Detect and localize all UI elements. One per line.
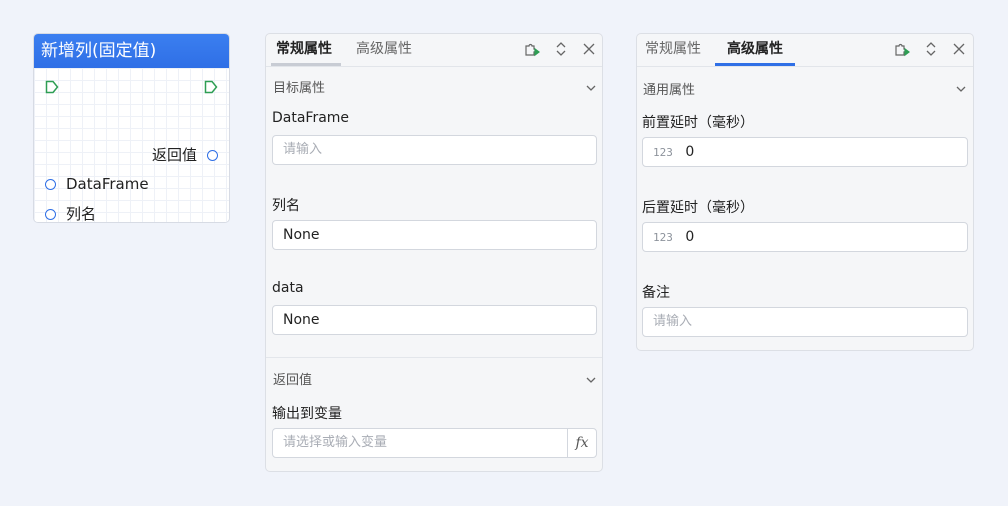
pre-delay-value: 0 <box>685 144 695 160</box>
node-body: 返回值 DataFrame 列名 data <box>34 68 229 222</box>
chevron-down-icon[interactable] <box>955 80 967 92</box>
input-port-dot-icon[interactable] <box>45 208 56 220</box>
tab-active-indicator <box>271 63 341 66</box>
tab-general[interactable]: 常规属性 <box>271 34 341 66</box>
tab-general[interactable]: 常规属性 <box>642 34 704 64</box>
close-icon[interactable] <box>950 40 968 58</box>
flow-out-port-icon[interactable] <box>204 80 218 94</box>
run-plugin-icon[interactable] <box>893 40 911 58</box>
field-label-dataframe: DataFrame <box>272 110 350 126</box>
output-port-label: 返回值 <box>151 146 197 164</box>
column-name-input[interactable]: None <box>272 220 597 250</box>
close-icon[interactable] <box>580 40 598 58</box>
node-title: 新增列(固定值) <box>34 34 229 68</box>
chevron-down-icon[interactable] <box>585 371 597 383</box>
field-label-column-name: 列名 <box>272 198 300 214</box>
number-type-icon: 123 <box>653 146 673 159</box>
tab-label: 高级属性 <box>727 41 783 57</box>
properties-panel-advanced: 常规属性 高级属性 通用属性 前置延时（毫秒） 123 0 后置延时（毫秒） 1… <box>636 33 974 351</box>
post-delay-input[interactable]: 123 0 <box>642 222 968 252</box>
output-variable-placeholder: 请选择或输入变量 <box>283 435 388 450</box>
input-port-label: DataFrame <box>66 175 149 193</box>
section-general-properties[interactable]: 通用属性 <box>643 79 695 98</box>
section-divider <box>266 357 602 358</box>
run-plugin-icon[interactable] <box>523 40 541 58</box>
expand-collapse-icon[interactable] <box>552 40 570 58</box>
input-port-column-name[interactable]: 列名 <box>45 205 97 223</box>
panel-tabbar: 常规属性 高级属性 <box>637 34 973 67</box>
input-port-dataframe[interactable]: DataFrame <box>45 175 149 193</box>
tab-label: 高级属性 <box>356 41 412 57</box>
expand-collapse-icon[interactable] <box>922 40 940 58</box>
chevron-down-icon[interactable] <box>585 79 597 91</box>
field-label-remark: 备注 <box>642 285 670 301</box>
dataframe-input[interactable]: 请输入 <box>272 135 597 165</box>
remark-input[interactable]: 请输入 <box>642 307 968 337</box>
tab-advanced[interactable]: 高级属性 <box>353 34 415 64</box>
tab-label: 常规属性 <box>645 41 701 57</box>
field-label-output-variable: 输出到变量 <box>272 406 342 422</box>
flow-in-port-icon[interactable] <box>45 80 59 94</box>
tab-label: 常规属性 <box>276 41 332 57</box>
panel-tabbar: 常规属性 高级属性 <box>266 34 602 67</box>
input-port-label: 列名 <box>66 205 97 223</box>
pre-delay-input[interactable]: 123 0 <box>642 137 968 167</box>
tab-active-indicator <box>715 63 795 66</box>
post-delay-value: 0 <box>685 229 695 245</box>
data-input[interactable]: None <box>272 305 597 335</box>
input-port-dot-icon[interactable] <box>45 178 56 190</box>
field-label-pre-delay: 前置延时（毫秒） <box>642 115 754 131</box>
node-card[interactable]: 新增列(固定值) 返回值 DataFrame 列名 data <box>33 33 230 223</box>
number-type-icon: 123 <box>653 231 673 244</box>
section-target-properties[interactable]: 目标属性 <box>273 77 325 96</box>
section-return-value[interactable]: 返回值 <box>273 369 312 388</box>
field-label-data: data <box>272 280 304 296</box>
output-port-dot-icon[interactable] <box>207 149 218 161</box>
properties-panel-general: 常规属性 高级属性 目标属性 DataFrame 请输入 列名 None dat… <box>265 33 603 472</box>
tab-advanced[interactable]: 高级属性 <box>715 34 795 66</box>
field-label-post-delay: 后置延时（毫秒） <box>642 200 754 216</box>
fx-expression-button[interactable]: fx <box>567 429 596 457</box>
output-port-return[interactable]: 返回值 <box>152 146 218 164</box>
output-variable-input[interactable]: 请选择或输入变量 fx <box>272 428 597 458</box>
